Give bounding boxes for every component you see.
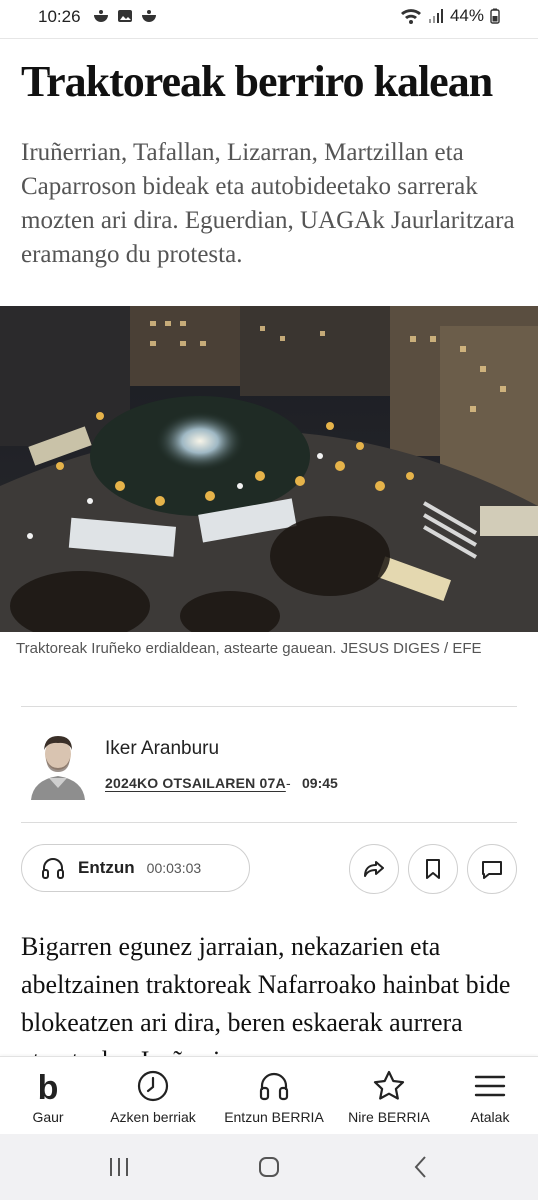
bookmark-button[interactable] [408, 844, 458, 894]
bowl-notification-icon [94, 10, 108, 22]
listen-duration: 00:03:03 [146, 860, 202, 876]
nav-item-entzun-berria[interactable]: Entzun BERRIA [222, 1057, 326, 1134]
home-button[interactable] [254, 1152, 284, 1182]
back-icon [414, 1156, 426, 1178]
bottom-nav: b Gaur Azken berriak Entzun BERRIA Nire … [0, 1056, 538, 1134]
b-logo-icon: b [38, 1069, 59, 1103]
night-roundabout-image [0, 306, 538, 632]
image-notification-icon [118, 10, 132, 22]
battery-percent: 44% [449, 6, 484, 25]
article-headline: Traktoreak berriro kalean [21, 57, 493, 106]
notification-icons [92, 7, 158, 25]
wifi-icon [400, 9, 421, 24]
bowl-notification-icon-2 [142, 10, 156, 22]
article-lead: Iruñerrian, Tafallan, Lizarran, Martzill… [21, 139, 515, 268]
system-nav-bar [0, 1134, 538, 1200]
date-separator: - [286, 775, 291, 791]
author-avatar[interactable] [27, 728, 89, 800]
comment-icon [482, 861, 502, 879]
article-date[interactable]: 2024KO OTSAILAREN 07A [105, 775, 286, 791]
divider [21, 706, 517, 707]
back-button[interactable] [406, 1152, 436, 1182]
listen-label: Entzun [78, 858, 135, 877]
divider [21, 822, 517, 823]
nav-item-azken-berriak[interactable]: Azken berriak [103, 1057, 203, 1134]
recent-apps-button[interactable] [104, 1152, 134, 1182]
top-divider [0, 38, 538, 39]
nav-label: Entzun BERRIA [224, 1109, 324, 1125]
bookmark-icon [426, 859, 440, 879]
photo-caption: Traktoreak Iruñeko erdialdean, astearte … [16, 640, 482, 657]
nav-item-gaur[interactable]: b Gaur [18, 1057, 78, 1134]
svg-text:b: b [38, 1069, 59, 1103]
nav-item-atalak[interactable]: Atalak [460, 1057, 520, 1134]
nav-label: Azken berriak [110, 1109, 196, 1125]
signal-icon [428, 9, 443, 23]
listen-button[interactable]: Entzun 00:03:03 [21, 844, 250, 892]
article-time: 09:45 [302, 775, 338, 791]
nav-label: Nire BERRIA [348, 1109, 430, 1125]
recent-apps-icon [110, 1158, 128, 1176]
status-right: 44% [400, 6, 500, 26]
share-icon [364, 861, 384, 877]
author-name[interactable]: Iker Aranburu [105, 738, 219, 760]
comment-button[interactable] [467, 844, 517, 894]
status-time: 10:26 [38, 7, 81, 26]
article-body: Bigarren egunez jarraian, nekazarien eta… [21, 932, 511, 1058]
nav-item-nire-berria[interactable]: Nire BERRIA [343, 1057, 435, 1134]
article-photo[interactable] [0, 306, 538, 632]
nav-label: Gaur [32, 1109, 64, 1125]
author-portrait-icon [31, 736, 85, 800]
status-bar: 10:26 44% [0, 0, 538, 34]
home-icon [259, 1157, 279, 1177]
clock-icon [137, 1070, 169, 1102]
share-button[interactable] [349, 844, 399, 894]
menu-icon [474, 1075, 506, 1097]
star-icon [373, 1070, 405, 1100]
headphones-icon [42, 858, 64, 879]
nav-label: Atalak [470, 1109, 510, 1125]
battery-icon [490, 8, 500, 24]
headphones-icon [259, 1072, 289, 1101]
